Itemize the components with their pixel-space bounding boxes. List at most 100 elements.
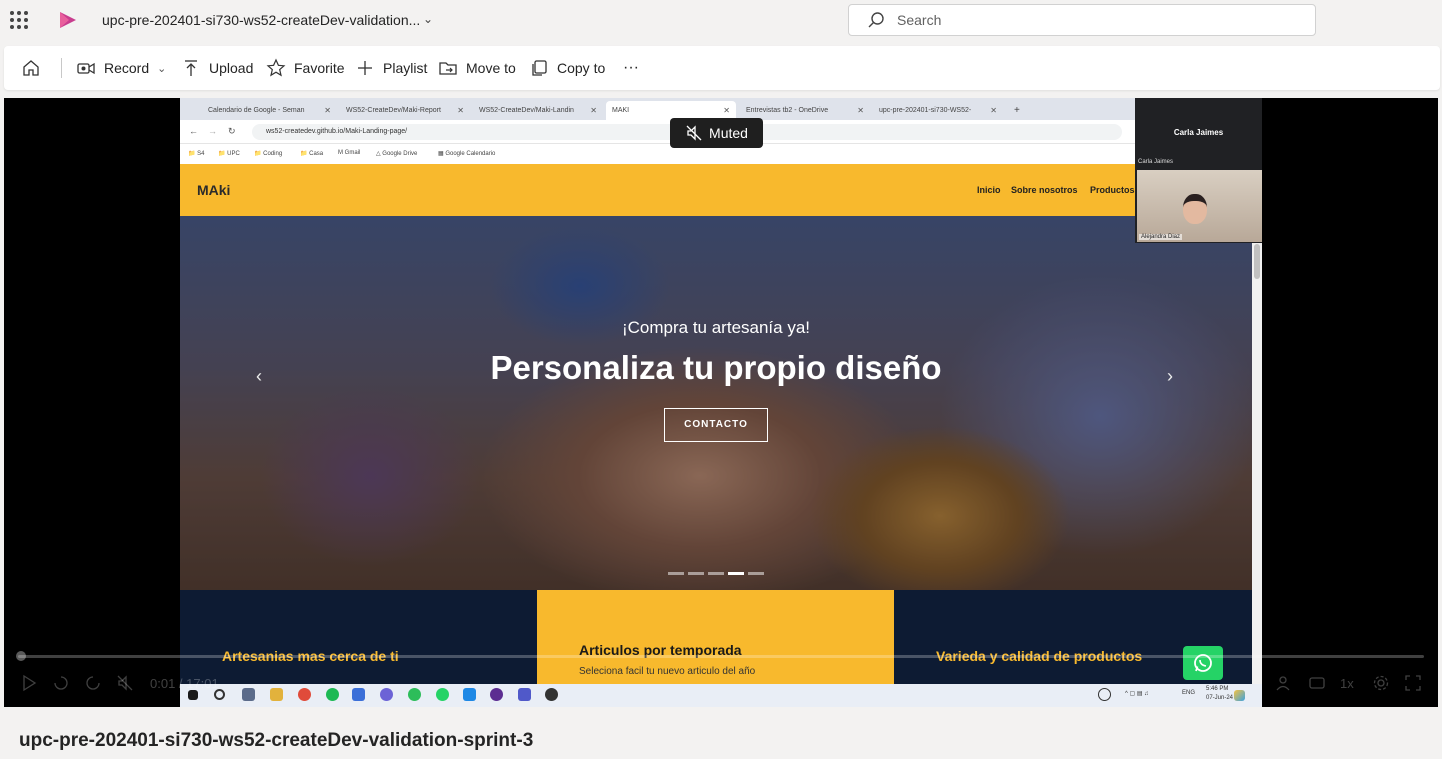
- rewind-button[interactable]: [52, 674, 70, 692]
- browser-address-bar: ← → ↻ ws52-createdev.github.io/Maki-Land…: [180, 120, 1135, 144]
- meeting-participants-panel: Carla Jaimes Carla Jaimes Alejandra Diaz: [1135, 98, 1262, 243]
- site-nav-sobre-nosotros: Sobre nosotros: [1011, 185, 1078, 195]
- play-icon: [23, 674, 37, 692]
- speaker-muted-icon: [686, 125, 702, 141]
- folder-icon: [270, 688, 283, 701]
- site-logo: MAki: [197, 182, 231, 198]
- playlist-button[interactable]: Playlist: [355, 46, 427, 90]
- search-box[interactable]: Search: [848, 4, 1316, 36]
- chevron-right-icon: ›: [1167, 366, 1173, 386]
- settings-button[interactable]: [1372, 674, 1390, 692]
- captions-button[interactable]: [1274, 674, 1292, 692]
- bookmark: 📁 S4: [188, 151, 205, 157]
- app-icon: [352, 688, 365, 701]
- favorite-button[interactable]: Favorite: [266, 46, 345, 90]
- copy-to-button[interactable]: Copy to: [529, 46, 605, 90]
- forward-icon: →: [208, 126, 217, 136]
- plus-icon: [358, 61, 372, 75]
- rewind-10-icon: [54, 676, 68, 690]
- browser-tab: WS52-CreateDev/Maki-Landin ✕: [479, 106, 597, 115]
- site-navbar: MAki Inicio Sobre nosotros Productos: [180, 164, 1135, 216]
- discord-icon: [380, 688, 393, 701]
- chrome-icon: [298, 688, 311, 701]
- volume-muted-icon: [117, 675, 133, 691]
- video-player[interactable]: Calendario de Google - Seman ✕ WS52-Creat…: [4, 98, 1438, 707]
- windows-taskbar: ^ ▢ ▤ ♫ ENG 5:46 PM 07-Jun-24: [180, 684, 1262, 707]
- browser-tab-strip: Calendario de Google - Seman ✕ WS52-Creat…: [180, 98, 1135, 120]
- playback-speed-button[interactable]: 1x: [1340, 674, 1354, 692]
- participant-camera: Alejandra Diaz: [1137, 170, 1262, 242]
- back-icon: ←: [189, 126, 198, 136]
- participant-label: Carla Jaimes: [1138, 159, 1174, 165]
- whatsapp-icon: [1183, 646, 1223, 680]
- copilot-icon: [1234, 690, 1245, 701]
- media-player-icon: [545, 688, 558, 701]
- vscode-icon: [463, 688, 476, 701]
- stream-logo[interactable]: [57, 10, 79, 30]
- chevron-down-icon[interactable]: ⌄: [423, 12, 433, 26]
- bookmark: 📁 Casa: [300, 151, 324, 157]
- record-indicator-icon: [1098, 688, 1111, 701]
- features-section: Artesanias mas cerca de ti Articulos por…: [180, 590, 1252, 688]
- clock-date: 07-Jun-24: [1206, 695, 1234, 701]
- participant-name: Carla Jaimes: [1173, 128, 1224, 137]
- cc-button[interactable]: [1308, 674, 1326, 692]
- gear-icon: [1373, 675, 1389, 691]
- browser-tab: upc-pre-202401-si730-WS52- ✕: [879, 106, 997, 115]
- contact-button: CONTACTO: [664, 408, 768, 442]
- system-tray-icons: ^ ▢ ▤ ♫: [1125, 691, 1149, 697]
- feature-card-highlight: Articulos por temporada Seleciona facil …: [537, 590, 894, 688]
- hero-carousel: ¡Compra tu artesanía ya! Personaliza tu …: [180, 216, 1252, 590]
- notes-icon: [242, 688, 255, 701]
- video-progress-bar[interactable]: [16, 651, 1424, 661]
- bookmark: ▦ Google Calendario: [438, 151, 496, 157]
- camera-participant-name: Alejandra Diaz: [1139, 234, 1183, 240]
- feature-subtitle: Seleciona facil tu nuevo articulo del añ…: [579, 666, 756, 677]
- divider: [61, 58, 62, 78]
- record-button[interactable]: Record ⌄: [76, 46, 166, 90]
- bookmark: △ Google Drive: [376, 151, 418, 157]
- whatsapp-icon: [436, 688, 449, 701]
- home-icon: [23, 60, 39, 76]
- video-title: upc-pre-202401-si730-ws52-createDev-vali…: [19, 730, 534, 751]
- muted-indicator[interactable]: Muted: [670, 118, 763, 148]
- document-title[interactable]: upc-pre-202401-si730-ws52-createDev-vali…: [102, 12, 420, 28]
- hero-subtitle: ¡Compra tu artesanía ya!: [621, 318, 811, 337]
- home-button[interactable]: [21, 46, 49, 90]
- volume-button[interactable]: [116, 674, 134, 692]
- move-to-button[interactable]: Move to: [438, 46, 516, 90]
- new-tab-icon: +: [1014, 105, 1020, 116]
- play-button[interactable]: [20, 674, 38, 692]
- command-bar: Record ⌄ Upload Favorite Playlist Move t…: [4, 46, 1440, 90]
- language-indicator: ENG: [1182, 690, 1196, 696]
- forward-button[interactable]: [84, 674, 102, 692]
- chevron-left-icon: ‹: [256, 366, 262, 386]
- bookmark: 📁 Coding: [254, 151, 283, 157]
- browser-tab: WS52-CreateDev/Maki-Report ✕: [346, 106, 464, 115]
- fullscreen-icon: [1405, 675, 1421, 691]
- time-display: 0:01 / 17:01: [150, 675, 219, 691]
- hero-title: Personaliza tu propio diseño: [490, 349, 942, 386]
- more-options-button[interactable]: ···: [623, 46, 639, 90]
- progress-knob[interactable]: [16, 651, 26, 661]
- fullscreen-button[interactable]: [1404, 674, 1422, 692]
- forward-10-icon: [86, 676, 100, 690]
- site-nav-productos: Productos: [1090, 185, 1135, 195]
- waffle-icon[interactable]: [10, 11, 28, 29]
- closed-captions-icon: [1309, 677, 1325, 689]
- teams-icon: [518, 688, 531, 701]
- search-icon: [868, 12, 884, 28]
- browser-tab: Calendario de Google - Seman ✕: [208, 106, 331, 115]
- chevron-down-icon: ⌄: [157, 62, 167, 75]
- reload-icon: ↻: [228, 126, 236, 136]
- top-app-bar: upc-pre-202401-si730-ws52-createDev-vali…: [0, 0, 1442, 42]
- search-input[interactable]: Search: [897, 12, 941, 28]
- upload-button[interactable]: Upload: [181, 46, 253, 90]
- bookmark: M Gmail: [338, 150, 361, 156]
- move-folder-icon: [439, 62, 457, 75]
- spotify-icon: [326, 688, 339, 701]
- video-frame: Calendario de Google - Seman ✕ WS52-Creat…: [180, 98, 1262, 707]
- github-icon: [490, 688, 503, 701]
- carousel-indicators: [668, 572, 764, 575]
- upload-icon: [185, 60, 197, 76]
